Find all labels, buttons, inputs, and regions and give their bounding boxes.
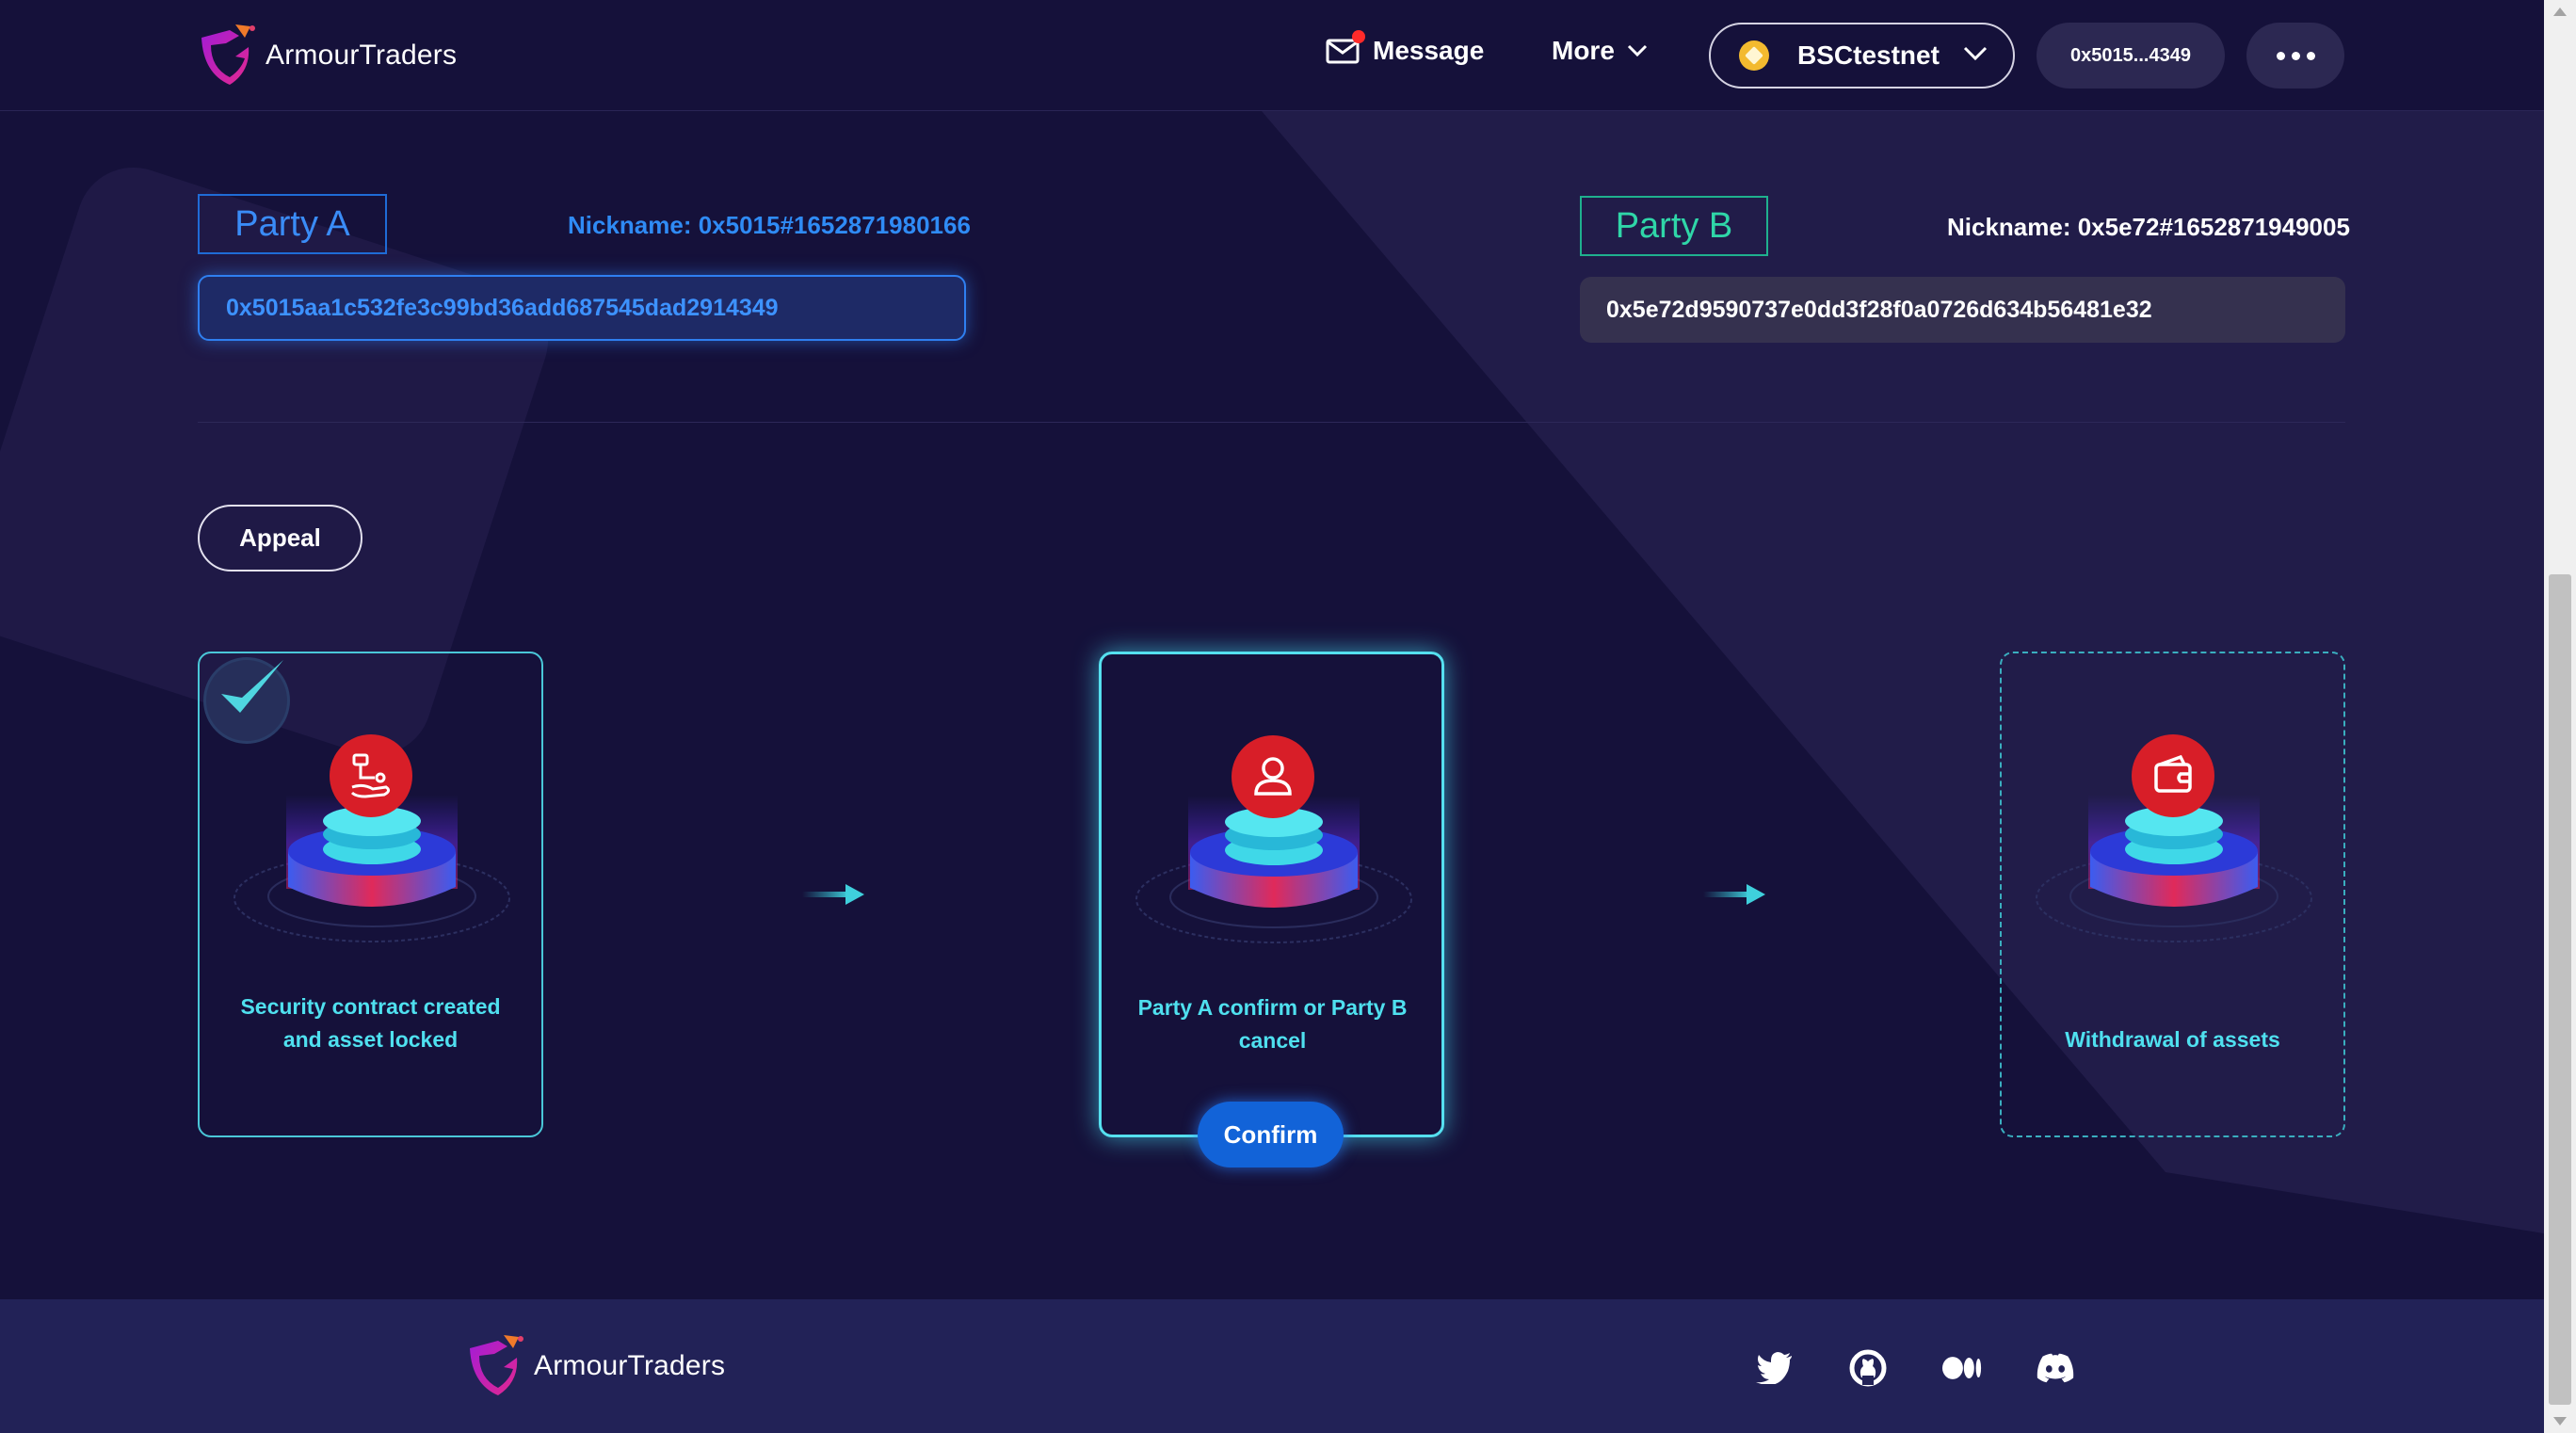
appeal-button[interactable]: Appeal xyxy=(198,505,362,572)
dot-icon xyxy=(2276,51,2285,60)
party-b-tag: Party B xyxy=(1580,196,1768,256)
step-label-line: Withdrawal of assets xyxy=(2065,1027,2280,1052)
step-label-line: and asset locked xyxy=(282,1027,459,1052)
step-card-withdrawal: Withdrawal of assets xyxy=(2000,652,2345,1137)
step-label: Withdrawal of assets xyxy=(2021,1023,2325,1056)
contract-hand-icon xyxy=(330,734,412,817)
armourtraders-logo-icon xyxy=(470,1335,523,1395)
user-icon xyxy=(1232,735,1314,818)
scrollbar[interactable] xyxy=(2544,0,2576,1433)
network-label: BSCtestnet xyxy=(1797,40,1940,70)
armourtraders-logo-icon xyxy=(201,24,255,85)
message-label: Message xyxy=(1373,36,1485,65)
dot-icon xyxy=(2291,51,2300,60)
step-card-confirm-cancel: Party A confirm or Party B cancel xyxy=(1099,652,1444,1137)
mail-icon xyxy=(1326,30,1365,64)
scroll-up-arrow-icon[interactable] xyxy=(2553,8,2567,16)
message-link[interactable]: Message xyxy=(1326,30,1485,66)
divider xyxy=(198,422,2345,423)
party-b-address[interactable]: 0x5e72d9590737e0dd3f28f0a0726d634b56481e… xyxy=(1580,277,2345,343)
confirm-button[interactable]: Confirm xyxy=(1198,1102,1344,1167)
arrow-right-icon xyxy=(1703,884,1765,905)
step-label-line: Security contract created xyxy=(240,994,501,1019)
step-label-line: Party A confirm or Party B xyxy=(1137,995,1408,1020)
checkmark-icon xyxy=(221,660,283,713)
dot-icon xyxy=(2306,51,2315,60)
step-label: Security contract created and asset lock… xyxy=(218,990,523,1056)
party-a-address[interactable]: 0x5015aa1c532fe3c99bd36add687545dad29143… xyxy=(198,275,966,341)
scrollbar-thumb[interactable] xyxy=(2549,574,2571,1405)
party-a-nickname: Nickname: 0x5015#1652871980166 xyxy=(568,211,971,239)
medium-icon[interactable] xyxy=(1942,1348,1982,1388)
party-a-tag: Party A xyxy=(198,194,387,254)
notification-dot xyxy=(1352,30,1365,43)
step-label-line: cancel xyxy=(1238,1028,1307,1053)
bnb-coin-icon xyxy=(1739,40,1769,71)
step-label: Party A confirm or Party B cancel xyxy=(1120,991,1425,1057)
wallet-icon xyxy=(2132,734,2214,817)
footer-brand-logo[interactable]: ArmourTraders xyxy=(466,1333,725,1399)
footer: ArmourTraders xyxy=(0,1299,2544,1433)
chevron-down-icon xyxy=(1627,44,1647,57)
twitter-icon[interactable] xyxy=(1755,1348,1795,1388)
chevron-down-icon xyxy=(1963,46,1988,61)
step-card-contract-created: Security contract created and asset lock… xyxy=(198,652,543,1137)
network-selector[interactable]: BSCtestnet xyxy=(1709,23,2015,89)
brand-name: ArmourTraders xyxy=(534,1350,726,1381)
arrow-right-icon xyxy=(802,884,864,905)
scroll-down-arrow-icon[interactable] xyxy=(2553,1417,2567,1425)
brand-logo[interactable]: ArmourTraders xyxy=(198,23,457,89)
discord-icon[interactable] xyxy=(2036,1348,2075,1388)
more-label: More xyxy=(1552,36,1615,65)
more-menu[interactable]: More xyxy=(1552,36,1649,66)
options-button[interactable] xyxy=(2246,23,2344,89)
party-b-nickname: Nickname: 0x5e72#1652871949005 xyxy=(1947,213,2350,241)
header: ArmourTraders Message More BSCtestnet 0x… xyxy=(0,0,2544,111)
wallet-address-button[interactable]: 0x5015...4349 xyxy=(2037,23,2225,89)
github-icon[interactable] xyxy=(1848,1348,1888,1388)
page: ArmourTraders Message More BSCtestnet 0x… xyxy=(0,0,2544,1433)
brand-name: ArmourTraders xyxy=(266,40,458,71)
